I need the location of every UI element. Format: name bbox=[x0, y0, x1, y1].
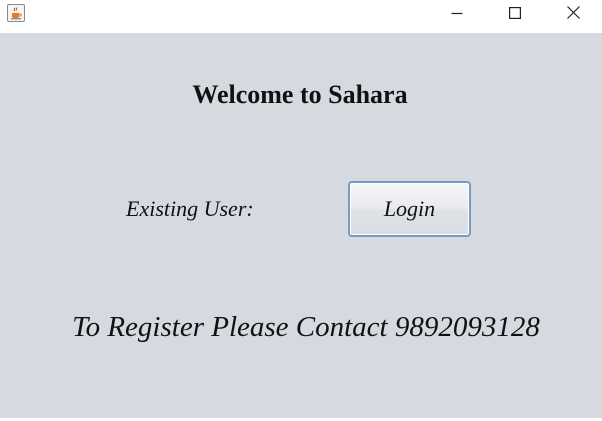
welcome-heading: Welcome to Sahara bbox=[192, 80, 408, 109]
title-bar[interactable] bbox=[0, 0, 602, 33]
minimize-button[interactable] bbox=[428, 0, 486, 29]
existing-user-label: Existing User: bbox=[126, 196, 254, 221]
login-button[interactable]: Login bbox=[348, 181, 471, 237]
minimize-icon bbox=[451, 6, 463, 24]
java-coffee-cup-icon[interactable] bbox=[7, 4, 25, 22]
maximize-button[interactable] bbox=[486, 0, 544, 29]
close-icon bbox=[566, 5, 580, 24]
main-panel: Welcome to Sahara Existing User: Login T… bbox=[0, 33, 602, 418]
application-window: Welcome to Sahara Existing User: Login T… bbox=[0, 0, 602, 421]
maximize-icon bbox=[509, 6, 522, 24]
close-button[interactable] bbox=[544, 0, 602, 29]
register-contact-text: To Register Please Contact 9892093128 bbox=[72, 311, 540, 343]
